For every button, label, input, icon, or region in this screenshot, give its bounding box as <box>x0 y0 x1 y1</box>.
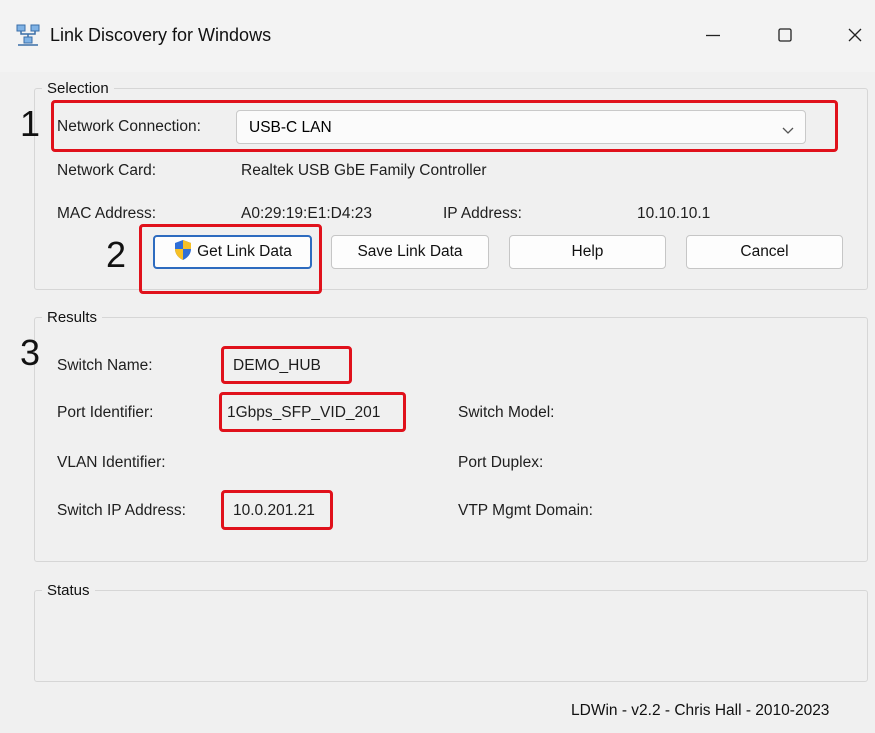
mac-address-label: MAC Address: <box>57 205 157 222</box>
switch-model-label: Switch Model: <box>458 404 555 421</box>
help-label: Help <box>571 243 604 260</box>
highlight-switch-ip-address <box>221 490 333 530</box>
switch-ip-address-label: Switch IP Address: <box>57 502 186 519</box>
callout-1: 1 <box>20 103 41 144</box>
ip-address-label: IP Address: <box>443 205 522 222</box>
port-identifier-label: Port Identifier: <box>57 404 154 421</box>
highlight-network-connection <box>51 100 838 152</box>
maximize-button[interactable] <box>765 20 805 50</box>
save-link-data-button[interactable]: Save Link Data <box>331 235 489 269</box>
window-title: Link Discovery for Windows <box>50 25 272 45</box>
results-group-label: Results <box>42 309 103 326</box>
ip-address-value: 10.10.10.1 <box>637 205 711 222</box>
switch-name-label: Switch Name: <box>57 357 153 374</box>
minimize-icon <box>705 27 721 43</box>
selection-group-label: Selection <box>42 80 114 97</box>
port-duplex-label: Port Duplex: <box>458 454 544 471</box>
network-card-label: Network Card: <box>57 162 157 179</box>
vlan-identifier-label: VLAN Identifier: <box>57 454 166 471</box>
status-group <box>34 590 868 682</box>
cancel-button[interactable]: Cancel <box>686 235 843 269</box>
version-footer: LDWin - v2.2 - Chris Hall - 2010-2023 <box>571 702 830 719</box>
status-group-label: Status <box>42 582 95 599</box>
help-button[interactable]: Help <box>509 235 666 269</box>
callout-2: 2 <box>106 234 127 275</box>
network-icon <box>16 24 40 46</box>
results-group <box>34 317 868 562</box>
highlight-get-link-data <box>139 224 322 294</box>
vtp-mgmt-domain-label: VTP Mgmt Domain: <box>458 502 593 519</box>
highlight-port-identifier <box>219 392 406 432</box>
cancel-label: Cancel <box>740 243 789 260</box>
save-link-data-label: Save Link Data <box>357 243 463 260</box>
close-button[interactable] <box>835 20 875 50</box>
close-icon <box>847 27 863 43</box>
highlight-switch-name <box>221 346 352 384</box>
maximize-icon <box>777 27 793 43</box>
title-bar: Link Discovery for Windows <box>0 0 875 72</box>
mac-address-value: A0:29:19:E1:D4:23 <box>241 205 372 222</box>
minimize-button[interactable] <box>693 20 733 50</box>
network-card-value: Realtek USB GbE Family Controller <box>241 162 487 179</box>
callout-3: 3 <box>20 332 41 373</box>
